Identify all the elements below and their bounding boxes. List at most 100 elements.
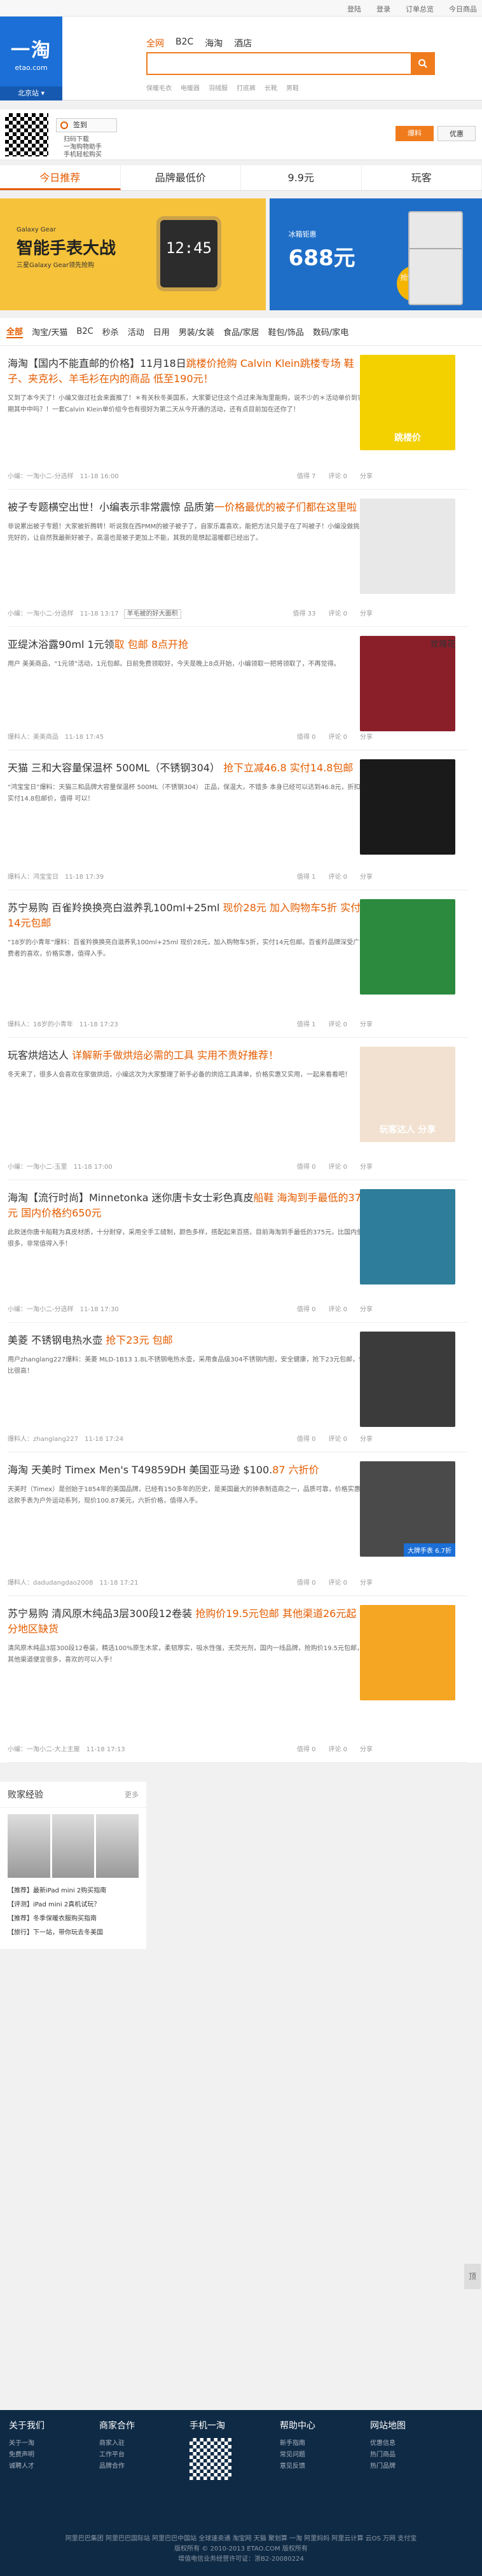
category-item[interactable]: 日用 — [153, 326, 170, 338]
hot-word[interactable]: 羽绒服 — [209, 83, 228, 92]
share-button[interactable]: 分享 — [360, 1744, 373, 1753]
comment-count[interactable]: 评论 0 — [328, 608, 347, 617]
category-item[interactable]: 秒杀 — [102, 326, 119, 338]
banner-fridge[interactable]: 冰箱钜惠 688元 抢购开始 — [269, 198, 482, 310]
feed-item-author[interactable]: 小编：一淘小二-分选样 — [8, 1306, 74, 1313]
worth-count[interactable]: 值得 0 — [297, 1433, 316, 1443]
category-item[interactable]: 全部 — [6, 325, 24, 338]
feed-item-author[interactable]: 爆料人：dadudangdao2008 — [8, 1580, 93, 1587]
hot-word[interactable]: 男鞋 — [286, 83, 299, 92]
feed-item-image[interactable] — [360, 899, 455, 995]
share-button[interactable]: 分享 — [360, 608, 373, 617]
top-link[interactable]: 登陆 — [347, 4, 361, 14]
back-to-top-button[interactable]: 顶 — [464, 2264, 481, 2289]
share-button[interactable]: 分享 — [360, 1161, 373, 1171]
worth-count[interactable]: 值得 0 — [297, 1744, 316, 1753]
signin-button[interactable]: 签到 — [56, 118, 117, 132]
side-more-link[interactable]: 更多 — [125, 1789, 139, 1800]
footer-link[interactable]: 免费声明 — [9, 2449, 99, 2461]
comment-count[interactable]: 评论 0 — [328, 1161, 347, 1171]
comment-count[interactable]: 评论 0 — [328, 1577, 347, 1587]
feed-item-author[interactable]: 小编：一淘小二-玉里 — [8, 1164, 67, 1171]
comment-count[interactable]: 评论 0 — [328, 471, 347, 480]
category-item[interactable]: 数码/家电 — [313, 326, 348, 338]
worth-count[interactable]: 值得 0 — [297, 731, 316, 741]
report-button[interactable]: 爆料 — [396, 126, 434, 141]
discount-button[interactable]: 优惠 — [437, 126, 476, 141]
feed-item-image[interactable] — [360, 499, 455, 594]
category-item[interactable]: 鞋包/饰品 — [268, 326, 304, 338]
footer-link[interactable]: 关于一淘 — [9, 2438, 99, 2449]
side-list-item[interactable]: 【评测】iPad mini 2真机试玩？ — [8, 1898, 139, 1912]
feed-item-image[interactable]: 大牌手表 6.7折 — [360, 1461, 455, 1557]
footer-link[interactable]: 常见问题 — [280, 2449, 370, 2461]
worth-count[interactable]: 值得 0 — [297, 1304, 316, 1313]
comment-count[interactable]: 评论 0 — [328, 1744, 347, 1753]
worth-count[interactable]: 值得 0 — [297, 1161, 316, 1171]
footer-links[interactable]: 阿里巴巴集团 阿里巴巴国际站 阿里巴巴中国站 全球速卖通 淘宝网 天猫 聚划算 … — [0, 2534, 482, 2544]
feed-item-image[interactable]: 玩客达人 分享 — [360, 1047, 455, 1142]
search-tab[interactable]: 酒店 — [234, 37, 252, 50]
footer-link[interactable]: 品牌合作 — [99, 2461, 189, 2472]
feed-item-author[interactable]: 爆料人：zhanglang227 — [8, 1436, 78, 1443]
category-item[interactable]: 食品/家居 — [223, 326, 259, 338]
feed-item-author[interactable]: 小编：一淘小二-分选样 — [8, 610, 74, 617]
tab-brand-lowest[interactable]: 品牌最低价 — [121, 165, 241, 190]
top-link[interactable]: 登录 — [376, 4, 390, 14]
hot-word[interactable]: 打底裤 — [237, 83, 256, 92]
share-button[interactable]: 分享 — [360, 471, 373, 480]
side-image[interactable] — [8, 1814, 139, 1878]
category-item[interactable]: B2C — [76, 327, 93, 336]
tab-today[interactable]: 今日推荐 — [0, 165, 121, 190]
side-list-item[interactable]: 【推荐】最新iPad mini 2购买指南 — [8, 1884, 139, 1898]
footer-link[interactable]: 商家入驻 — [99, 2438, 189, 2449]
feed-item-image[interactable] — [360, 759, 455, 855]
worth-count[interactable]: 值得 1 — [297, 1019, 316, 1028]
feed-item-author[interactable]: 小编：一淘小二-大上主屋 — [8, 1746, 80, 1753]
category-item[interactable]: 淘宝/天猫 — [32, 326, 67, 338]
side-list-item[interactable]: 【旅行】下一站，带你玩去冬美国 — [8, 1926, 139, 1940]
feed-item-image[interactable]: 跳楼价 — [360, 355, 455, 450]
feed-item-author[interactable]: 爆料人：18岁的小青年 — [8, 1021, 73, 1028]
banner-smartwatch[interactable]: Galaxy Gear 智能手表大战 三星Galaxy Gear领先抢购 12:… — [0, 198, 266, 310]
comment-count[interactable]: 评论 0 — [328, 1304, 347, 1313]
share-button[interactable]: 分享 — [360, 1019, 373, 1028]
footer-link[interactable]: 意见反馈 — [280, 2461, 370, 2472]
category-item[interactable]: 男装/女装 — [179, 326, 214, 338]
worth-count[interactable]: 值得 7 — [297, 471, 316, 480]
share-button[interactable]: 分享 — [360, 1577, 373, 1587]
top-link[interactable]: 今日商品 — [449, 4, 477, 14]
feed-item-image[interactable] — [360, 1332, 455, 1427]
share-button[interactable]: 分享 — [360, 1304, 373, 1313]
worth-count[interactable]: 值得 1 — [297, 871, 316, 881]
city-selector[interactable]: 北京站 ▾ — [0, 86, 62, 100]
hot-word[interactable]: 长靴 — [265, 83, 277, 92]
top-link[interactable]: 订单总览 — [406, 4, 434, 14]
share-button[interactable]: 分享 — [360, 1433, 373, 1443]
tab-wanke[interactable]: 玩客 — [362, 165, 482, 190]
feed-item-tag[interactable]: 羊毛被的好大面积 — [123, 609, 181, 619]
category-item[interactable]: 活动 — [128, 326, 144, 338]
share-button[interactable]: 分享 — [360, 871, 373, 881]
worth-count[interactable]: 值得 33 — [293, 608, 316, 617]
footer-link[interactable]: 新手指南 — [280, 2438, 370, 2449]
search-tab[interactable]: B2C — [176, 37, 193, 50]
feed-item-image[interactable] — [360, 1189, 455, 1285]
comment-count[interactable]: 评论 0 — [328, 731, 347, 741]
share-button[interactable]: 分享 — [360, 731, 373, 741]
comment-count[interactable]: 评论 0 — [328, 871, 347, 881]
search-button[interactable] — [411, 52, 435, 75]
feed-item-image[interactable] — [360, 636, 455, 731]
hot-word[interactable]: 电暖器 — [181, 83, 200, 92]
hot-word[interactable]: 保暖毛衣 — [146, 83, 172, 92]
feed-item-author[interactable]: 小编：一淘小二-分选样 — [8, 473, 74, 480]
footer-link[interactable]: 热门商品 — [370, 2449, 460, 2461]
worth-count[interactable]: 值得 0 — [297, 1577, 316, 1587]
feed-item-author[interactable]: 爆料人：鸿宝宝日 — [8, 874, 59, 881]
comment-count[interactable]: 评论 0 — [328, 1019, 347, 1028]
footer-link[interactable]: 热门品牌 — [370, 2461, 460, 2472]
search-tab[interactable]: 海淘 — [205, 37, 223, 50]
comment-count[interactable]: 评论 0 — [328, 1433, 347, 1443]
search-tab[interactable]: 全网 — [146, 37, 164, 50]
feed-item-image[interactable] — [360, 1605, 455, 1700]
